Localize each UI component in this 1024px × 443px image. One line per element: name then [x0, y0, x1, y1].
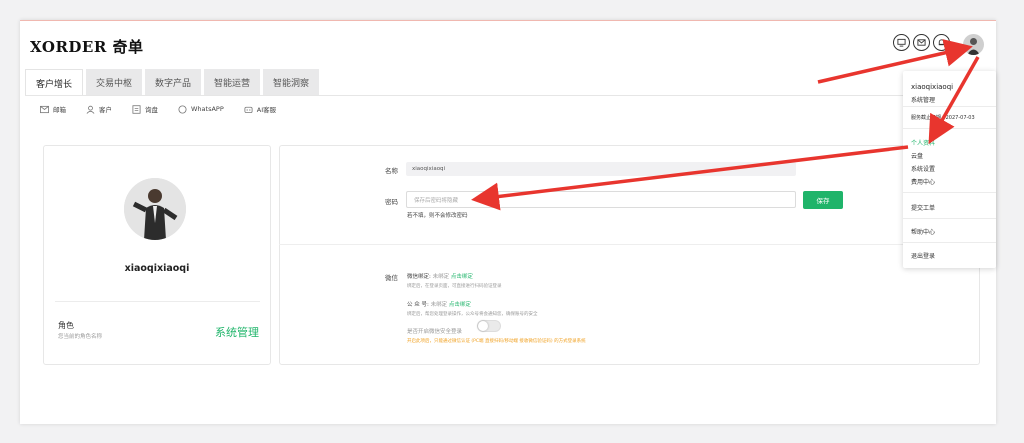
annotation-arrow-profile: [928, 56, 980, 145]
annotation-arrows: [471, 39, 980, 211]
annotation-arrow-avatar: [817, 39, 973, 84]
annotation-arrow-password: [471, 145, 909, 211]
